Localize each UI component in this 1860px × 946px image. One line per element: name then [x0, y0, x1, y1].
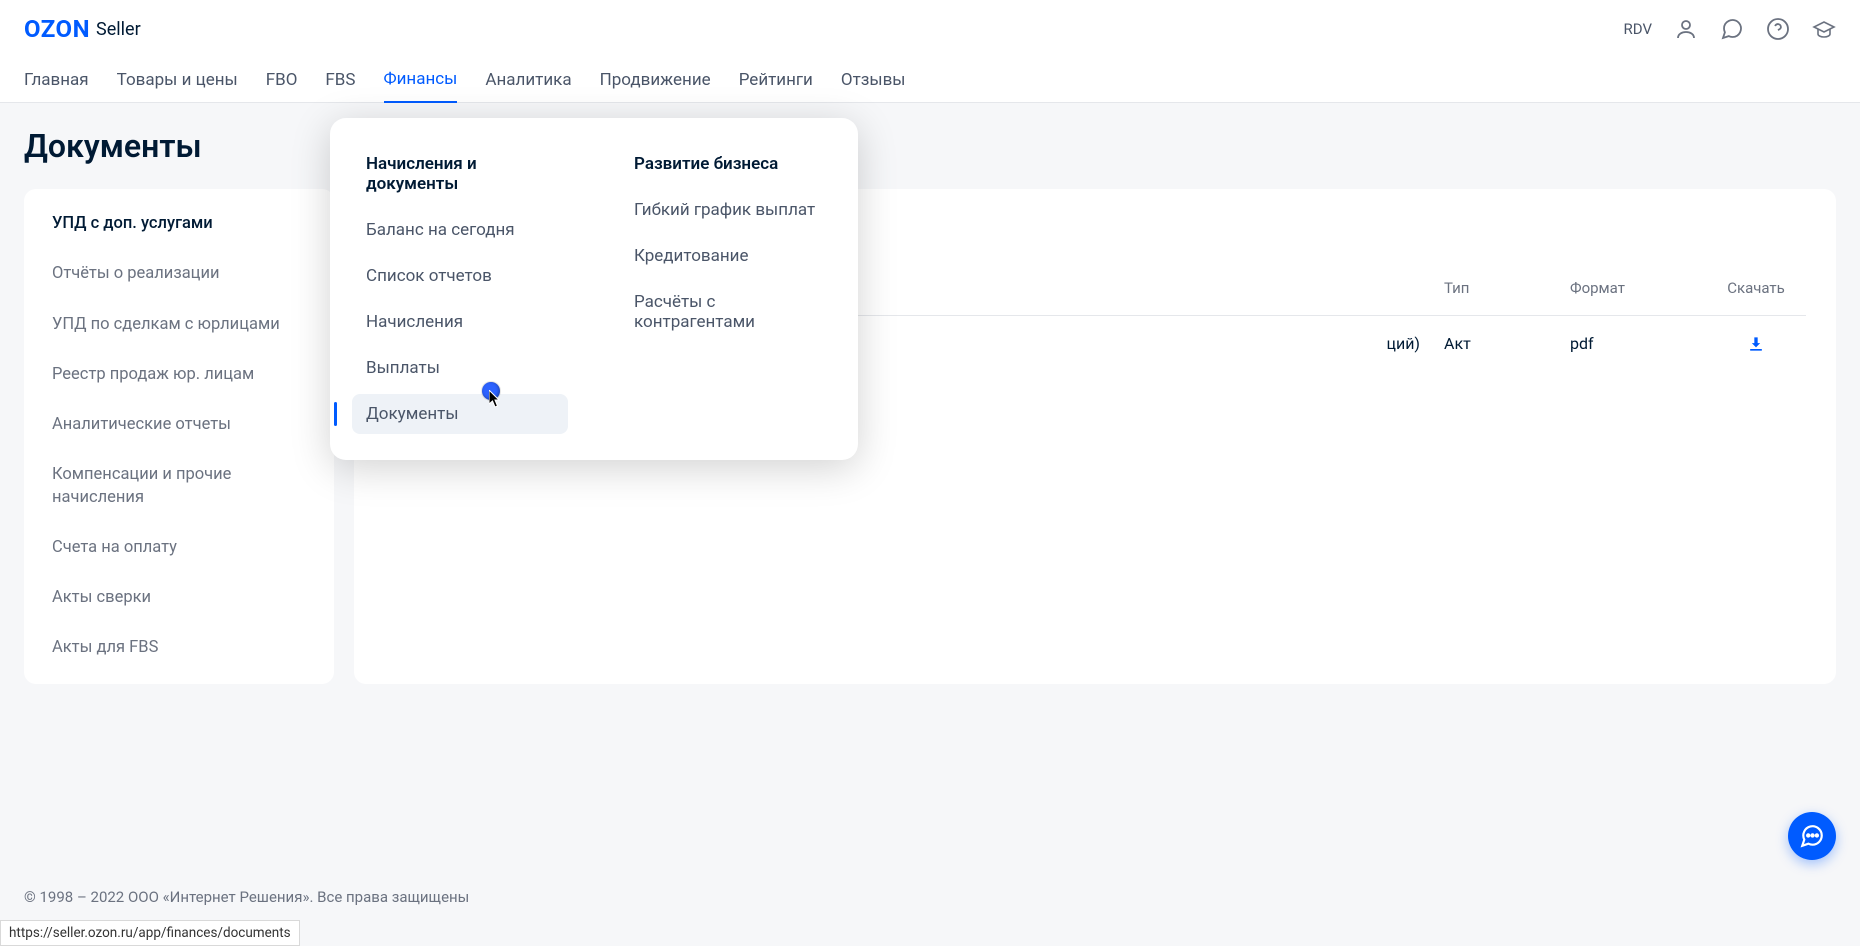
- finance-dropdown: Начисления и документы Баланс на сегодня…: [330, 118, 858, 460]
- dropdown-col-1: Начисления и документы Баланс на сегодня…: [366, 154, 554, 424]
- dropdown-item-documents[interactable]: Документы: [352, 394, 568, 434]
- dropdown-item-payouts[interactable]: Выплаты: [366, 358, 554, 378]
- dropdown-col-2: Развитие бизнеса Гибкий график выплат Кр…: [634, 154, 822, 424]
- sidebar-item-upd-legal[interactable]: УПД по сделкам с юрлицами: [24, 300, 334, 350]
- col-download: Скачать: [1706, 279, 1806, 297]
- dropdown-item-counterparties[interactable]: Расчёты с контрагентами: [634, 292, 822, 332]
- message-icon[interactable]: [1720, 17, 1744, 41]
- header: OZON Seller RDV Главная Товары и цены FB…: [0, 0, 1860, 103]
- nav-fbs[interactable]: FBS: [325, 70, 355, 102]
- row-type: Акт: [1444, 334, 1554, 354]
- sidebar-item-reconciliation[interactable]: Акты сверки: [24, 573, 334, 623]
- dropdown-col1-title: Начисления и документы: [366, 154, 554, 194]
- logo[interactable]: OZON Seller: [24, 15, 141, 43]
- col-type: Тип: [1444, 279, 1554, 297]
- col-format: Формат: [1570, 279, 1690, 297]
- nav-home[interactable]: Главная: [24, 70, 89, 102]
- nav-analytics[interactable]: Аналитика: [485, 70, 571, 102]
- sidebar-item-sales-registry[interactable]: Реестр продаж юр. лицам: [24, 350, 334, 400]
- help-icon[interactable]: [1766, 17, 1790, 41]
- nav-fbo[interactable]: FBO: [266, 70, 298, 102]
- dropdown-item-balance[interactable]: Баланс на сегодня: [366, 220, 554, 240]
- account-label[interactable]: RDV: [1624, 20, 1652, 38]
- dropdown-item-reports-list[interactable]: Список отчетов: [366, 266, 554, 286]
- sidebar-item-invoices[interactable]: Счета на оплату: [24, 523, 334, 573]
- nav-products[interactable]: Товары и цены: [117, 70, 238, 102]
- dropdown-col2-title: Развитие бизнеса: [634, 154, 822, 174]
- sidebar-item-fbs-acts[interactable]: Акты для FBS: [24, 623, 334, 673]
- footer-copyright: © 1998 – 2022 ООО «Интернет Решения». Вс…: [24, 888, 469, 906]
- topbar-right: RDV: [1624, 17, 1836, 41]
- topbar: OZON Seller RDV: [0, 0, 1860, 56]
- layout: УПД с доп. услугами Отчёты о реализации …: [24, 189, 1836, 684]
- dropdown-item-accruals[interactable]: Начисления: [366, 312, 554, 332]
- page-title: Документы: [24, 127, 1836, 165]
- sidebar-item-compensations[interactable]: Компенсации и прочие начисления: [24, 450, 334, 523]
- content: Документы УПД с доп. услугами Отчёты о р…: [0, 103, 1860, 708]
- sidebar-item-sales-reports[interactable]: Отчёты о реализации: [24, 249, 334, 299]
- sidebar-item-analytic-reports[interactable]: Аналитические отчеты: [24, 400, 334, 450]
- browser-status-url: https://seller.ozon.ru/app/finances/docu…: [0, 920, 300, 946]
- cursor-pointer-icon: [489, 390, 503, 412]
- dropdown-item-flexible-payouts[interactable]: Гибкий график выплат: [634, 200, 822, 220]
- logo-main: OZON: [24, 15, 90, 43]
- nav-finance[interactable]: Финансы: [384, 69, 458, 103]
- download-button[interactable]: [1706, 334, 1806, 354]
- row-format: pdf: [1570, 334, 1690, 354]
- nav-ratings[interactable]: Рейтинги: [739, 70, 813, 102]
- nav-reviews[interactable]: Отзывы: [841, 70, 906, 102]
- graduation-icon[interactable]: [1812, 17, 1836, 41]
- nav-promotion[interactable]: Продвижение: [600, 70, 711, 102]
- dropdown-item-lending[interactable]: Кредитование: [634, 246, 822, 266]
- user-icon[interactable]: [1674, 17, 1698, 41]
- sidebar-item-upd-services[interactable]: УПД с доп. услугами: [24, 199, 334, 249]
- chat-fab[interactable]: [1788, 812, 1836, 860]
- logo-suffix: Seller: [96, 19, 141, 40]
- sidebar: УПД с доп. услугами Отчёты о реализации …: [24, 189, 334, 684]
- main-nav: Главная Товары и цены FBO FBS Финансы Ан…: [0, 56, 1860, 102]
